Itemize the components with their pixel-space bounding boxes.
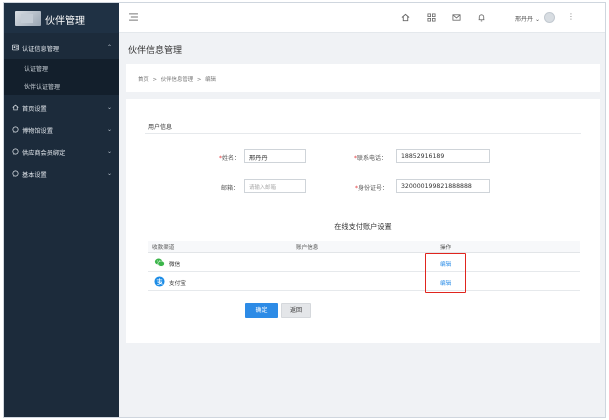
alipay-icon	[154, 276, 165, 287]
mail-icon[interactable]	[452, 13, 461, 22]
sidebar-item-basic-settings[interactable]: 基本设置 ⌄	[4, 163, 119, 185]
channel-name: 微信	[169, 262, 181, 268]
wechat-icon	[154, 258, 165, 267]
column-header: 账户信息	[296, 245, 319, 251]
breadcrumb-link-home[interactable]: 首页	[138, 77, 149, 83]
breadcrumb-link-partner[interactable]: 伙伴信息管理	[161, 77, 193, 83]
avatar[interactable]	[544, 12, 555, 23]
column-header: 操作	[440, 245, 452, 251]
sidebar-item-label: 供应商会员绑定	[22, 150, 66, 157]
name-label: *姓名：	[219, 153, 240, 162]
channel-name: 支付宝	[169, 281, 186, 287]
breadcrumb-bar: 首页 > 伙伴信息管理 > 编辑	[126, 64, 600, 92]
user-card-icon	[12, 44, 19, 51]
logo	[15, 11, 41, 26]
section-title: 用户信息	[148, 124, 173, 131]
divider	[145, 133, 581, 134]
table-row: 微信 编辑	[148, 254, 580, 272]
username[interactable]: 邢丹丹 ⌄	[515, 14, 540, 23]
username-text: 邢丹丹	[515, 16, 534, 23]
email-label: 邮箱：	[221, 185, 240, 192]
chat-icon	[12, 170, 19, 177]
chat-icon	[12, 126, 19, 133]
sidebar-item-home-settings[interactable]: 首页设置 ⌄	[4, 97, 119, 119]
edit-form-card: 用户信息 *姓名： 邢丹丹 *联系电话： 18852916189 邮箱： 请输入…	[126, 99, 600, 343]
back-button[interactable]: 返回	[281, 303, 311, 318]
chevron-down-icon: ⌄	[107, 126, 113, 133]
sidebar-item-auth-info[interactable]: 认证信息管理 ⌃	[4, 37, 119, 59]
sidebar-item-label: 博物馆设置	[22, 128, 53, 135]
sidebar: 伙伴管理 认证信息管理 ⌃ 认证管理 伙伴认证管理 首页设置 ⌄ 博物馆设置 ⌄…	[4, 3, 119, 417]
highlight-box	[425, 253, 466, 293]
sidebar-item-label: 基本设置	[22, 172, 47, 179]
table-row: 支付宝 编辑	[148, 273, 580, 291]
brand-header: 伙伴管理	[4, 3, 119, 33]
phone-label-text: 联系电话：	[357, 155, 388, 162]
chevron-down-icon: ⌄	[107, 148, 113, 155]
idcard-field[interactable]: 320000199821888888	[396, 179, 490, 193]
phone-label: *联系电话：	[354, 153, 387, 162]
sidebar-item-supplier-binding[interactable]: 供应商会员绑定 ⌄	[4, 141, 119, 163]
sidebar-item-label: 认证信息管理	[22, 46, 60, 53]
sidebar-item-label: 首页设置	[22, 106, 47, 113]
payment-section-title: 在线支付账户设置	[334, 222, 392, 231]
chevron-down-icon: ⌄	[107, 170, 113, 177]
sidebar-item-museum-settings[interactable]: 博物馆设置 ⌄	[4, 119, 119, 141]
more-vertical-icon[interactable]: ⋮	[567, 12, 575, 21]
menu-icon[interactable]	[129, 13, 138, 21]
home-icon[interactable]	[401, 13, 410, 22]
breadcrumb-separator: >	[152, 77, 158, 83]
name-label-text: 姓名：	[222, 155, 241, 162]
table-header: 收款渠道 账户信息 操作	[148, 241, 580, 253]
phone-field[interactable]: 18852916189	[396, 149, 490, 163]
sidebar-subitem-label: 认证管理	[24, 66, 49, 73]
chevron-down-icon: ⌄	[534, 16, 540, 23]
bell-icon[interactable]	[477, 13, 486, 22]
idcard-label: *身份证号：	[355, 183, 388, 192]
app-title: 伙伴管理	[45, 16, 85, 27]
sidebar-subitem-label: 伙伴认证管理	[24, 84, 61, 91]
sidebar-subitem-auth-manage[interactable]: 认证管理	[4, 59, 119, 77]
chevron-down-icon: ⌄	[107, 104, 113, 111]
email-field[interactable]: 请输入邮箱	[244, 179, 306, 193]
chat-icon	[12, 148, 19, 155]
app-window: 伙伴管理 认证信息管理 ⌃ 认证管理 伙伴认证管理 首页设置 ⌄ 博物馆设置 ⌄…	[3, 2, 606, 418]
column-header: 收款渠道	[152, 245, 175, 251]
breadcrumb-separator: >	[196, 77, 202, 83]
grid-icon[interactable]	[427, 13, 436, 22]
home-icon	[12, 104, 19, 111]
chevron-up-icon: ⌃	[107, 44, 113, 51]
confirm-button[interactable]: 确定	[245, 303, 278, 318]
breadcrumb-current: 编辑	[205, 77, 216, 83]
breadcrumb: 首页 > 伙伴信息管理 > 编辑	[138, 75, 218, 83]
page-title: 伙伴信息管理	[128, 46, 183, 56]
name-field[interactable]: 邢丹丹	[244, 149, 306, 163]
sidebar-subitem-partner-auth[interactable]: 伙伴认证管理	[4, 77, 119, 95]
idcard-label-text: 身份证号：	[358, 185, 389, 192]
top-bar: 邢丹丹 ⌄ ⋮	[119, 3, 605, 33]
